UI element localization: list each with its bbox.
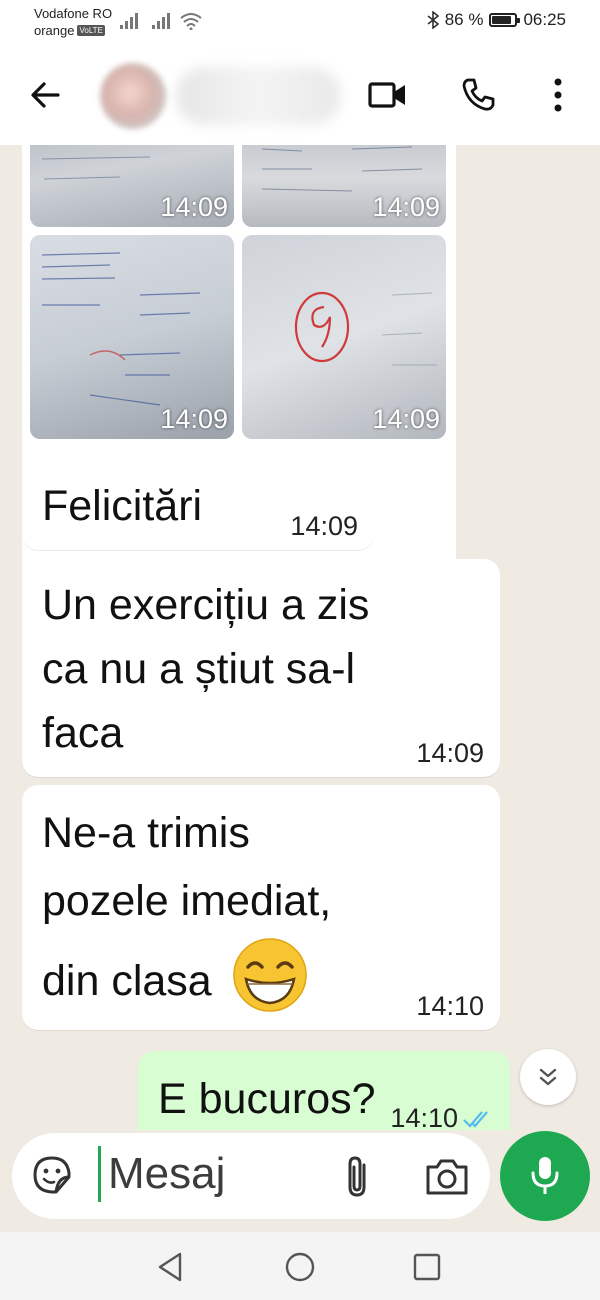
message-time: 14:10 <box>416 991 484 1021</box>
incoming-message[interactable]: Un exercițiu a zis ca nu a știut sa-l fa… <box>22 559 500 777</box>
back-arrow-icon[interactable] <box>26 75 66 115</box>
message-input[interactable]: Mesaj <box>108 1149 225 1199</box>
attach-icon[interactable] <box>342 1155 372 1199</box>
message-composer: Mesaj <box>12 1133 490 1219</box>
photo-time: 14:09 <box>372 192 440 222</box>
photo-thumbnail[interactable]: 14:09 <box>242 235 446 439</box>
voice-record-button[interactable] <box>500 1131 590 1221</box>
battery-icon <box>489 13 521 27</box>
photo-time: 14:09 <box>160 192 228 222</box>
wifi-icon <box>180 13 202 30</box>
photo-thumbnail[interactable]: 14:09 <box>30 235 234 439</box>
battery-percent: 86 % <box>444 10 484 29</box>
text-cursor <box>98 1146 101 1202</box>
photo-thumbnail[interactable]: 14:09 <box>30 145 234 227</box>
volte-badge: VoLTE <box>77 25 105 36</box>
carrier-name-2: orange VoLTE <box>34 23 105 38</box>
nav-recents-icon[interactable] <box>410 1250 444 1284</box>
status-bar: Vodafone RO orange VoLTE 86 % 06:25 <box>0 0 600 45</box>
camera-icon[interactable] <box>424 1157 470 1197</box>
photo-time: 14:09 <box>160 404 228 434</box>
message-line: din clasa <box>42 957 212 1005</box>
outgoing-message[interactable]: E bucuros? 14:10 <box>138 1051 510 1130</box>
more-options-icon[interactable] <box>536 73 580 117</box>
message-line: pozele imediat, <box>42 877 332 925</box>
message-line: faca <box>42 709 124 757</box>
scroll-to-bottom-button[interactable] <box>520 1049 576 1105</box>
incoming-message[interactable]: Ne-a trimis pozele imediat, din clasa 14… <box>22 785 500 1030</box>
message-time: 14:10 <box>390 1103 458 1130</box>
message-line-with-emoji: din clasa <box>42 937 308 1013</box>
signal-icon <box>120 13 138 29</box>
system-navigation-bar <box>0 1232 600 1300</box>
incoming-message[interactable]: Felicitări 14:09 <box>22 460 374 550</box>
message-line: Ne-a trimis <box>42 809 250 857</box>
grinning-face-emoji <box>232 938 307 1012</box>
microphone-icon <box>531 1157 559 1194</box>
status-right: 86 % 06:25 <box>427 10 566 30</box>
carrier-name-2-text: orange <box>34 23 75 38</box>
clock: 06:25 <box>523 10 566 29</box>
sticker-icon[interactable] <box>32 1155 72 1195</box>
nav-home-icon[interactable] <box>283 1250 317 1284</box>
avatar[interactable] <box>100 63 166 129</box>
message-time: 14:09 <box>416 738 484 768</box>
chat-header <box>0 45 600 145</box>
message-line: Un exercițiu a zis <box>42 581 370 629</box>
message-line: ca nu a știut sa-l <box>42 645 356 693</box>
photo-time: 14:09 <box>372 404 440 434</box>
video-call-icon[interactable] <box>366 73 410 117</box>
chat-area: 14:09 14:09 14:09 14:09 Felicitări 14:09… <box>0 145 600 1130</box>
carrier-name-1: Vodafone RO <box>34 6 113 21</box>
signal-icon <box>152 13 170 29</box>
bluetooth-icon <box>427 11 439 29</box>
message-text: E bucuros? <box>158 1075 376 1123</box>
photo-thumbnail[interactable]: 14:09 <box>242 145 446 227</box>
read-ticks-icon <box>463 1111 488 1128</box>
nav-back-icon[interactable] <box>154 1250 188 1284</box>
voice-call-icon[interactable] <box>456 73 500 117</box>
contact-name-blurred[interactable] <box>176 67 341 125</box>
double-chevron-down-icon <box>539 1068 557 1086</box>
message-text: Felicitări <box>42 482 203 530</box>
message-time: 14:09 <box>290 511 358 541</box>
